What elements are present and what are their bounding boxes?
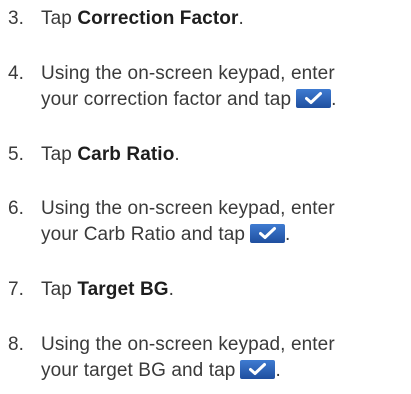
step-line-2: your Carb Ratio and tap [41, 224, 246, 245]
step-number: 8. [8, 334, 25, 355]
step-line-1: Using the on-screen keypad, enter [41, 198, 335, 219]
step-prefix: Tap [41, 144, 78, 165]
step-end: . [285, 224, 291, 245]
checkmark-button-icon [240, 360, 276, 379]
step-line-1: Using the on-screen keypad, enter [41, 334, 335, 355]
step-suffix: . [168, 279, 175, 300]
step-term: Carb Ratio [77, 144, 175, 165]
step-text: Tap Correction Factor. [41, 6, 411, 32]
step-text: Tap Target BG. [41, 277, 411, 303]
step-number: 5. [8, 144, 25, 165]
step-end: . [331, 89, 337, 110]
step-suffix: . [238, 8, 244, 29]
step-line-1: Using the on-screen keypad, enter [41, 63, 335, 84]
step-number: 3. [8, 8, 25, 29]
step-number: 4. [8, 63, 25, 84]
step-text: Tap Carb Ratio. [41, 142, 411, 168]
step-term: Correction Factor [77, 8, 239, 29]
step-term: Target BG [77, 279, 169, 300]
step-number: 6. [8, 198, 25, 219]
step-line-2: your target BG and tap [41, 360, 236, 381]
step-suffix: . [174, 144, 180, 165]
step-text: Using the on-screen keypad, enter your C… [41, 196, 411, 248]
checkmark-button-icon [296, 89, 332, 108]
step-number: 7. [8, 279, 25, 300]
step-text: Using the on-screen keypad, enter your t… [41, 332, 411, 384]
step-prefix: Tap [41, 8, 78, 29]
step-line-2: your correction factor and tap [41, 89, 292, 110]
checkmark-button-icon [250, 224, 286, 243]
step-prefix: Tap [41, 279, 78, 300]
step-end: . [275, 360, 281, 381]
step-text: Using the on-screen keypad, enter your c… [41, 61, 411, 113]
